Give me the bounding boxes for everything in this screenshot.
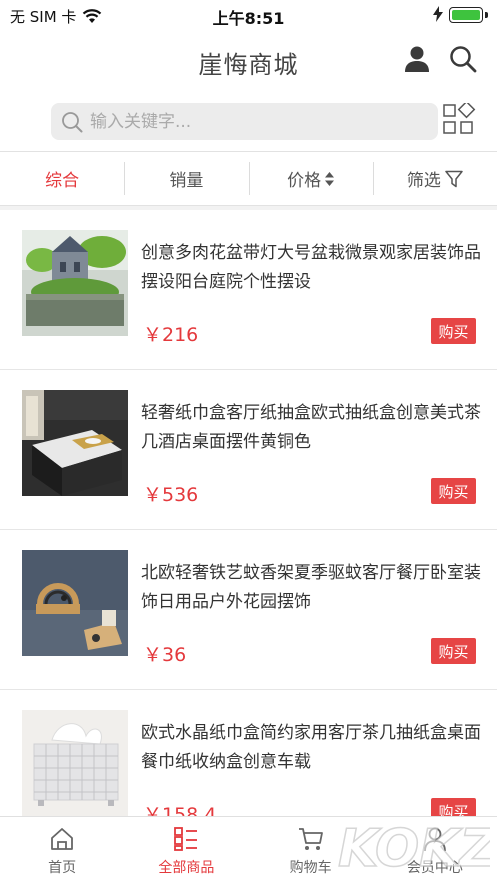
- product-image[interactable]: [22, 710, 128, 816]
- tab-label: 首页: [48, 860, 77, 876]
- sort-tab-comprehensive[interactable]: 综合: [0, 152, 124, 205]
- sort-tab-sales[interactable]: 销量: [124, 152, 248, 205]
- product-title: 欧式水晶纸巾盒简约家用客厅茶几抽纸盒桌面餐巾纸收纳盒创意车载: [141, 723, 481, 772]
- search-input[interactable]: [90, 111, 410, 132]
- tab-bar: 首页 全部商品 购物车 会员中心: [0, 816, 497, 883]
- product-item[interactable]: 轻奢纸巾盒客厅纸抽盒欧式抽纸盒创意美式茶几酒店桌面摆件黄铜色 ￥536 购买: [0, 370, 497, 530]
- buy-button[interactable]: 购买: [431, 638, 476, 664]
- sort-tab-label: 价格: [287, 171, 322, 191]
- battery-fill: [452, 10, 480, 20]
- tab-member-center[interactable]: 会员中心: [373, 817, 497, 883]
- tab-all-products[interactable]: 全部商品: [124, 817, 248, 883]
- product-item[interactable]: 创意多肉花盆带灯大号盆栽微景观家居装饰品摆设阳台庭院个性摆设 ￥216 购买: [0, 210, 497, 370]
- sort-tab-price[interactable]: 价格: [248, 152, 373, 205]
- buy-button[interactable]: 购买: [431, 478, 476, 504]
- product-price: ￥216: [143, 324, 199, 346]
- search-row: [0, 100, 497, 144]
- member-icon: [423, 827, 446, 852]
- sort-tab-label: 筛选: [406, 171, 441, 191]
- status-bar: 无 SIM 卡 上午8:51: [0, 0, 497, 30]
- tab-cart[interactable]: 购物车: [249, 817, 373, 883]
- product-item[interactable]: 北欧轻奢铁艺蚊香架夏季驱蚊客厅餐厅卧室装饰日用品户外花园摆饰 ￥36 购买: [0, 530, 497, 690]
- grid-view-icon[interactable]: [442, 103, 476, 137]
- user-icon[interactable]: [402, 44, 432, 74]
- product-title: 创意多肉花盆带灯大号盆栽微景观家居装饰品摆设阳台庭院个性摆设: [141, 243, 481, 292]
- search-box[interactable]: [51, 103, 438, 140]
- search-field-icon: [62, 111, 83, 132]
- product-image[interactable]: [22, 390, 128, 496]
- product-image[interactable]: [22, 230, 128, 336]
- nav-bar: 崖悔商城: [0, 30, 497, 92]
- category-list-icon: [174, 827, 198, 851]
- battery-icon: [449, 7, 483, 23]
- sort-tab-label: 销量: [169, 171, 204, 191]
- product-price: ￥36: [143, 644, 187, 666]
- tab-label: 购物车: [289, 860, 332, 876]
- sort-bar: 综合 销量 价格 筛选: [0, 151, 497, 206]
- product-list: 创意多肉花盆带灯大号盆栽微景观家居装饰品摆设阳台庭院个性摆设 ￥216 购买 轻…: [0, 210, 497, 816]
- tab-home[interactable]: 首页: [0, 817, 124, 883]
- product-image[interactable]: [22, 550, 128, 656]
- battery-nub: [485, 12, 488, 18]
- filter-icon: [445, 170, 463, 187]
- product-title: 北欧轻奢铁艺蚊香架夏季驱蚊客厅餐厅卧室装饰日用品户外花园摆饰: [141, 563, 481, 612]
- search-icon[interactable]: [448, 44, 478, 74]
- product-item[interactable]: 欧式水晶纸巾盒简约家用客厅茶几抽纸盒桌面餐巾纸收纳盒创意车载 ￥158.4 购买: [0, 690, 497, 816]
- sort-tab-label: 综合: [45, 171, 80, 191]
- status-time: 上午8:51: [212, 9, 285, 28]
- sort-tab-filter[interactable]: 筛选: [372, 152, 497, 205]
- cart-icon: [298, 828, 323, 850]
- tab-label: 会员中心: [406, 860, 463, 876]
- product-title: 轻奢纸巾盒客厅纸抽盒欧式抽纸盒创意美式茶几酒店桌面摆件黄铜色: [141, 403, 481, 452]
- charging-icon: [433, 6, 443, 22]
- product-price: ￥158.4: [143, 804, 217, 816]
- tab-label: 全部商品: [158, 860, 215, 876]
- buy-button[interactable]: 购买: [431, 798, 476, 816]
- sort-arrows-icon: [325, 171, 335, 186]
- buy-button[interactable]: 购买: [431, 318, 476, 344]
- product-price: ￥536: [143, 484, 199, 506]
- home-icon: [51, 828, 74, 850]
